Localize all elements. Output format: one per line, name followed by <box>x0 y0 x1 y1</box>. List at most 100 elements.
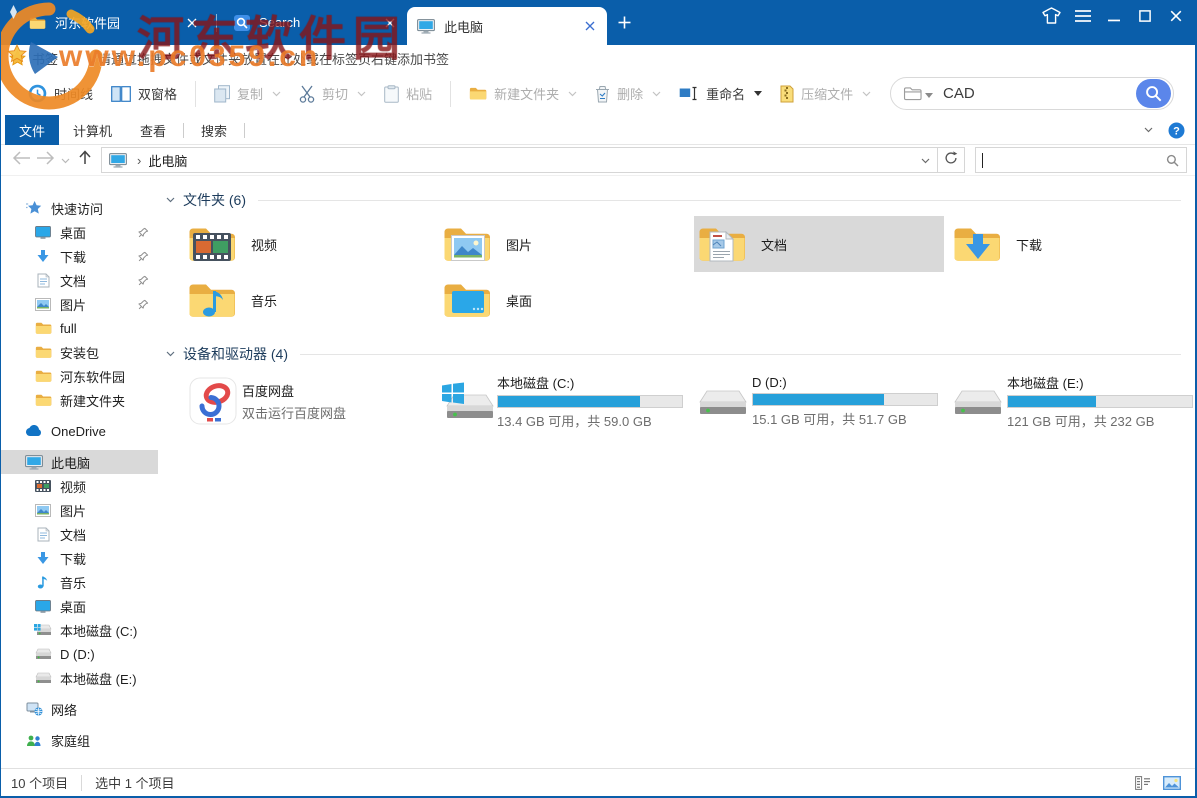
dual-pane-button[interactable]: 双窗格 <box>102 77 186 111</box>
sidebar-item-folder-full[interactable]: full <box>1 316 158 340</box>
chevron-down-icon[interactable] <box>357 91 366 97</box>
sidebar-item-label: 河东软件园 <box>60 367 125 386</box>
chevron-down-icon[interactable] <box>568 91 577 97</box>
sidebar-item-music[interactable]: 音乐 <box>1 570 158 594</box>
sidebar-item-folder-new[interactable]: 新建文件夹 <box>1 388 158 412</box>
drive-item-label: 本地磁盘 (C:) <box>497 373 683 392</box>
chevron-down-icon[interactable] <box>166 351 175 357</box>
back-button[interactable] <box>9 147 33 173</box>
new-tab-button[interactable] <box>607 0 641 45</box>
chevron-down-icon[interactable] <box>652 91 661 97</box>
sidebar-item-network[interactable]: 网络 <box>1 697 158 721</box>
main-area: 快速访问桌面下载文档图片full安装包河东软件园新建文件夹OneDrive此电脑… <box>1 176 1195 768</box>
tab-this-pc[interactable]: 此电脑 <box>407 7 607 45</box>
sidebar-item-label: 家庭组 <box>51 731 90 750</box>
tab-hedong[interactable]: 河东软件园 <box>19 0 209 45</box>
delete-button[interactable]: 删除 <box>586 77 670 111</box>
picture-icon <box>34 504 52 517</box>
drive-item-drive-e[interactable]: 本地磁盘 (E:)121 GB 可用，共 232 GB <box>949 370 1195 432</box>
sidebar-item-drive-e[interactable]: 本地磁盘 (E:) <box>1 666 158 690</box>
close-button[interactable] <box>1160 2 1191 34</box>
sidebar-item-desktop-2[interactable]: 桌面 <box>1 594 158 618</box>
sidebar-item-pictures[interactable]: 图片 <box>1 292 158 316</box>
folder-item-desktop[interactable]: 桌面 <box>439 272 689 328</box>
breadcrumb[interactable]: 此电脑 <box>148 151 187 170</box>
sidebar-item-label: 安装包 <box>60 343 99 362</box>
search-input[interactable] <box>976 148 1186 172</box>
toolbar-search-box[interactable] <box>890 77 1174 110</box>
folder-filter-icon[interactable] <box>903 86 922 101</box>
sidebar-item-homegroup[interactable]: 家庭组 <box>1 728 158 752</box>
compress-button[interactable]: 压缩文件 <box>771 77 880 111</box>
filter-caret-icon[interactable] <box>925 85 933 103</box>
toolbar-search-input[interactable] <box>933 85 1136 102</box>
sidebar-item-folder-hedong[interactable]: 河东软件园 <box>1 364 158 388</box>
chevron-down-icon[interactable] <box>862 91 871 97</box>
sidebar-item-pictures-2[interactable]: 图片 <box>1 498 158 522</box>
tab-close-icon[interactable] <box>583 19 597 33</box>
theme-button[interactable] <box>1036 2 1067 34</box>
folder-item-pictures[interactable]: 图片 <box>439 216 689 272</box>
maximize-button[interactable] <box>1129 2 1160 34</box>
search-go-button[interactable] <box>1136 79 1171 108</box>
forward-button[interactable] <box>33 147 57 173</box>
folder-icon <box>34 393 52 407</box>
drive-item-label: D (D:) <box>752 375 938 390</box>
sidebar-item-downloads-2[interactable]: 下载 <box>1 546 158 570</box>
filter-search-box[interactable] <box>975 147 1187 173</box>
sidebar-item-onedrive[interactable]: OneDrive <box>1 419 158 443</box>
sidebar-item-downloads[interactable]: 下载 <box>1 244 158 268</box>
sidebar-item-desktop[interactable]: 桌面 <box>1 220 158 244</box>
menu-tab-search[interactable]: 搜索 <box>187 115 241 146</box>
menu-tab-file[interactable]: 文件 <box>5 115 59 146</box>
cut-button[interactable]: 剪切 <box>290 77 375 111</box>
sidebar-item-drive-d[interactable]: D (D:) <box>1 642 158 666</box>
thumbnail-view-button[interactable] <box>1163 776 1181 790</box>
sidebar-item-quick-access[interactable]: 快速访问 <box>1 196 158 220</box>
timeline-button[interactable]: 时间线 <box>19 77 102 111</box>
chevron-down-icon[interactable] <box>754 91 762 96</box>
tab-search[interactable]: Search <box>224 0 407 45</box>
bookmark-star-icon[interactable] <box>9 50 26 66</box>
help-button[interactable]: ? <box>1168 122 1185 139</box>
folder-item-music[interactable]: 音乐 <box>184 272 434 328</box>
rename-button[interactable]: 重命名 <box>670 77 771 111</box>
tab-close-icon[interactable] <box>185 16 199 30</box>
address-row: › 此电脑 <box>1 145 1195 176</box>
drive-item-drive-c[interactable]: 本地磁盘 (C:)13.4 GB 可用，共 59.0 GB <box>439 370 689 432</box>
drive-item-drive-d[interactable]: D (D:)15.1 GB 可用，共 51.7 GB <box>694 370 944 432</box>
items-count: 10 个项目 <box>11 773 68 792</box>
address-dropdown-button[interactable] <box>913 148 937 172</box>
sidebar-item-this-pc[interactable]: 此电脑 <box>1 450 158 474</box>
bookmarks-label[interactable]: 书签 <box>32 49 58 68</box>
refresh-button[interactable] <box>938 147 965 173</box>
chevron-down-icon[interactable] <box>166 197 175 203</box>
sidebar-item-documents-2[interactable]: 文档 <box>1 522 158 546</box>
music-glyph-icon <box>201 287 227 322</box>
minimize-button[interactable] <box>1098 2 1129 34</box>
ribbon-collapse-chevron-icon[interactable] <box>1144 127 1153 133</box>
chevron-down-icon[interactable] <box>272 91 281 97</box>
folder-item-downloads[interactable]: 下载 <box>949 216 1195 272</box>
sidebar-item-videos[interactable]: 视频 <box>1 474 158 498</box>
folder-item-documents[interactable]: 文档 <box>694 216 944 272</box>
app-menu-button[interactable] <box>1067 2 1098 34</box>
menu-tab-view[interactable]: 查看 <box>126 115 180 146</box>
recent-locations-button[interactable] <box>57 147 73 173</box>
sidebar-item-folder-installers[interactable]: 安装包 <box>1 340 158 364</box>
up-button[interactable] <box>73 147 97 173</box>
menu-tab-computer[interactable]: 计算机 <box>59 115 126 146</box>
drive-icon <box>34 672 52 684</box>
sidebar-item-drive-c[interactable]: 本地磁盘 (C:) <box>1 618 158 642</box>
new-folder-button[interactable]: 新建文件夹 <box>460 77 586 111</box>
copy-button[interactable]: 复制 <box>205 77 290 111</box>
paste-button[interactable]: 粘贴 <box>375 77 441 111</box>
baidu-netdisk-icon <box>184 377 242 425</box>
drive-item-baidu-netdisk[interactable]: 百度网盘双击运行百度网盘 <box>184 370 434 432</box>
folder-item-videos[interactable]: 视频 <box>184 216 434 272</box>
cut-icon <box>299 85 315 103</box>
details-view-button[interactable] <box>1135 776 1151 790</box>
tab-close-icon[interactable] <box>383 16 397 30</box>
address-bar[interactable]: › 此电脑 <box>101 147 938 173</box>
sidebar-item-documents[interactable]: 文档 <box>1 268 158 292</box>
